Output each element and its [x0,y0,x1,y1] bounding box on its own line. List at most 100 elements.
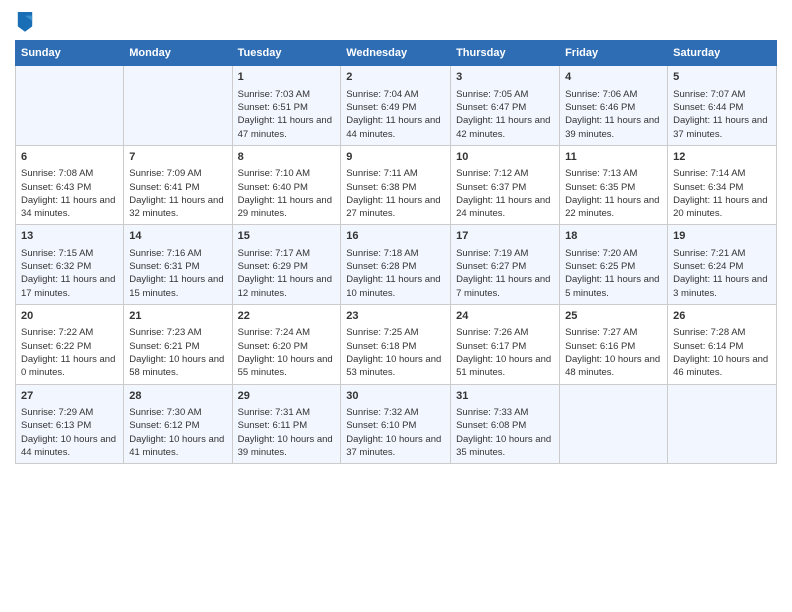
day-info: Sunrise: 7:20 AM Sunset: 6:25 PM Dayligh… [565,247,662,300]
day-info: Sunrise: 7:28 AM Sunset: 6:14 PM Dayligh… [673,326,771,379]
day-number: 11 [565,150,662,165]
day-number: 29 [238,389,336,404]
calendar-cell: 1 Sunrise: 7:03 AM Sunset: 6:51 PM Daylig… [232,66,341,146]
day-info: Sunrise: 7:29 AM Sunset: 6:13 PM Dayligh… [21,406,118,459]
day-number: 24 [456,309,554,324]
calendar-cell: 22 Sunrise: 7:24 AM Sunset: 6:20 PM Dayli… [232,304,341,384]
day-number: 30 [346,389,445,404]
day-number: 1 [238,70,336,85]
calendar-table: SundayMondayTuesdayWednesdayThursdayFrid… [15,40,777,464]
calendar-cell [124,66,232,146]
calendar-cell: 10 Sunrise: 7:12 AM Sunset: 6:37 PM Dayli… [451,145,560,225]
day-info: Sunrise: 7:07 AM Sunset: 6:44 PM Dayligh… [673,88,771,141]
header [15,10,777,32]
day-number: 25 [565,309,662,324]
day-header-friday: Friday [560,41,668,66]
day-number: 2 [346,70,445,85]
day-info: Sunrise: 7:15 AM Sunset: 6:32 PM Dayligh… [21,247,118,300]
calendar-cell: 6 Sunrise: 7:08 AM Sunset: 6:43 PM Daylig… [16,145,124,225]
calendar-cell: 20 Sunrise: 7:22 AM Sunset: 6:22 PM Dayli… [16,304,124,384]
day-info: Sunrise: 7:14 AM Sunset: 6:34 PM Dayligh… [673,167,771,220]
calendar-week-1: 1 Sunrise: 7:03 AM Sunset: 6:51 PM Daylig… [16,66,777,146]
day-info: Sunrise: 7:08 AM Sunset: 6:43 PM Dayligh… [21,167,118,220]
calendar-cell: 15 Sunrise: 7:17 AM Sunset: 6:29 PM Dayli… [232,225,341,305]
calendar-cell: 19Sunrise: 7:21 AM Sunset: 6:24 PM Dayli… [668,225,777,305]
day-header-saturday: Saturday [668,41,777,66]
calendar-cell: 25 Sunrise: 7:27 AM Sunset: 6:16 PM Dayli… [560,304,668,384]
calendar-cell: 29Sunrise: 7:31 AM Sunset: 6:11 PM Dayli… [232,384,341,464]
logo [15,10,36,32]
calendar-cell: 12 Sunrise: 7:14 AM Sunset: 6:34 PM Dayli… [668,145,777,225]
day-number: 22 [238,309,336,324]
calendar-cell: 3Sunrise: 7:05 AM Sunset: 6:47 PM Daylig… [451,66,560,146]
day-info: Sunrise: 7:26 AM Sunset: 6:17 PM Dayligh… [456,326,554,379]
calendar-cell: 2 Sunrise: 7:04 AM Sunset: 6:49 PM Daylig… [341,66,451,146]
day-header-thursday: Thursday [451,41,560,66]
day-info: Sunrise: 7:25 AM Sunset: 6:18 PM Dayligh… [346,326,445,379]
day-number: 18 [565,229,662,244]
calendar-cell: 17Sunrise: 7:19 AM Sunset: 6:27 PM Dayli… [451,225,560,305]
day-number: 15 [238,229,336,244]
day-number: 8 [238,150,336,165]
day-info: Sunrise: 7:18 AM Sunset: 6:28 PM Dayligh… [346,247,445,300]
day-info: Sunrise: 7:12 AM Sunset: 6:37 PM Dayligh… [456,167,554,220]
calendar-cell: 8Sunrise: 7:10 AM Sunset: 6:40 PM Daylig… [232,145,341,225]
day-header-wednesday: Wednesday [341,41,451,66]
calendar-cell: 30Sunrise: 7:32 AM Sunset: 6:10 PM Dayli… [341,384,451,464]
day-number: 23 [346,309,445,324]
calendar-cell [560,384,668,464]
day-number: 10 [456,150,554,165]
calendar-header-row: SundayMondayTuesdayWednesdayThursdayFrid… [16,41,777,66]
day-number: 4 [565,70,662,85]
calendar-cell: 4 Sunrise: 7:06 AM Sunset: 6:46 PM Daylig… [560,66,668,146]
day-info: Sunrise: 7:13 AM Sunset: 6:35 PM Dayligh… [565,167,662,220]
day-info: Sunrise: 7:16 AM Sunset: 6:31 PM Dayligh… [129,247,226,300]
calendar-cell: 14 Sunrise: 7:16 AM Sunset: 6:31 PM Dayli… [124,225,232,305]
day-number: 13 [21,229,118,244]
calendar-cell: 23 Sunrise: 7:25 AM Sunset: 6:18 PM Dayli… [341,304,451,384]
day-number: 9 [346,150,445,165]
day-number: 14 [129,229,226,244]
calendar-cell: 13 Sunrise: 7:15 AM Sunset: 6:32 PM Dayli… [16,225,124,305]
day-info: Sunrise: 7:17 AM Sunset: 6:29 PM Dayligh… [238,247,336,300]
calendar-cell: 28Sunrise: 7:30 AM Sunset: 6:12 PM Dayli… [124,384,232,464]
day-info: Sunrise: 7:24 AM Sunset: 6:20 PM Dayligh… [238,326,336,379]
calendar-cell: 21Sunrise: 7:23 AM Sunset: 6:21 PM Dayli… [124,304,232,384]
day-info: Sunrise: 7:09 AM Sunset: 6:41 PM Dayligh… [129,167,226,220]
day-info: Sunrise: 7:22 AM Sunset: 6:22 PM Dayligh… [21,326,118,379]
calendar-cell: 11 Sunrise: 7:13 AM Sunset: 6:35 PM Dayli… [560,145,668,225]
day-info: Sunrise: 7:11 AM Sunset: 6:38 PM Dayligh… [346,167,445,220]
day-number: 16 [346,229,445,244]
calendar-cell: 27Sunrise: 7:29 AM Sunset: 6:13 PM Dayli… [16,384,124,464]
day-number: 20 [21,309,118,324]
calendar-cell: 7 Sunrise: 7:09 AM Sunset: 6:41 PM Daylig… [124,145,232,225]
day-number: 12 [673,150,771,165]
day-info: Sunrise: 7:05 AM Sunset: 6:47 PM Dayligh… [456,88,554,141]
calendar-cell: 16 Sunrise: 7:18 AM Sunset: 6:28 PM Dayli… [341,225,451,305]
day-info: Sunrise: 7:23 AM Sunset: 6:21 PM Dayligh… [129,326,226,379]
calendar-cell: 24 Sunrise: 7:26 AM Sunset: 6:17 PM Dayli… [451,304,560,384]
day-header-tuesday: Tuesday [232,41,341,66]
day-number: 28 [129,389,226,404]
calendar-cell: 5 Sunrise: 7:07 AM Sunset: 6:44 PM Daylig… [668,66,777,146]
calendar-cell: 9 Sunrise: 7:11 AM Sunset: 6:38 PM Daylig… [341,145,451,225]
day-number: 6 [21,150,118,165]
day-number: 7 [129,150,226,165]
calendar-cell [16,66,124,146]
calendar-week-4: 20 Sunrise: 7:22 AM Sunset: 6:22 PM Dayli… [16,304,777,384]
calendar-week-3: 13 Sunrise: 7:15 AM Sunset: 6:32 PM Dayli… [16,225,777,305]
day-info: Sunrise: 7:27 AM Sunset: 6:16 PM Dayligh… [565,326,662,379]
calendar-week-5: 27Sunrise: 7:29 AM Sunset: 6:13 PM Dayli… [16,384,777,464]
main-container: SundayMondayTuesdayWednesdayThursdayFrid… [0,0,792,474]
day-info: Sunrise: 7:06 AM Sunset: 6:46 PM Dayligh… [565,88,662,141]
day-header-sunday: Sunday [16,41,124,66]
day-number: 26 [673,309,771,324]
calendar-cell: 31Sunrise: 7:33 AM Sunset: 6:08 PM Dayli… [451,384,560,464]
day-number: 5 [673,70,771,85]
day-number: 19 [673,229,771,244]
calendar-cell: 18 Sunrise: 7:20 AM Sunset: 6:25 PM Dayli… [560,225,668,305]
day-number: 17 [456,229,554,244]
day-info: Sunrise: 7:33 AM Sunset: 6:08 PM Dayligh… [456,406,554,459]
day-info: Sunrise: 7:04 AM Sunset: 6:49 PM Dayligh… [346,88,445,141]
day-info: Sunrise: 7:03 AM Sunset: 6:51 PM Dayligh… [238,88,336,141]
